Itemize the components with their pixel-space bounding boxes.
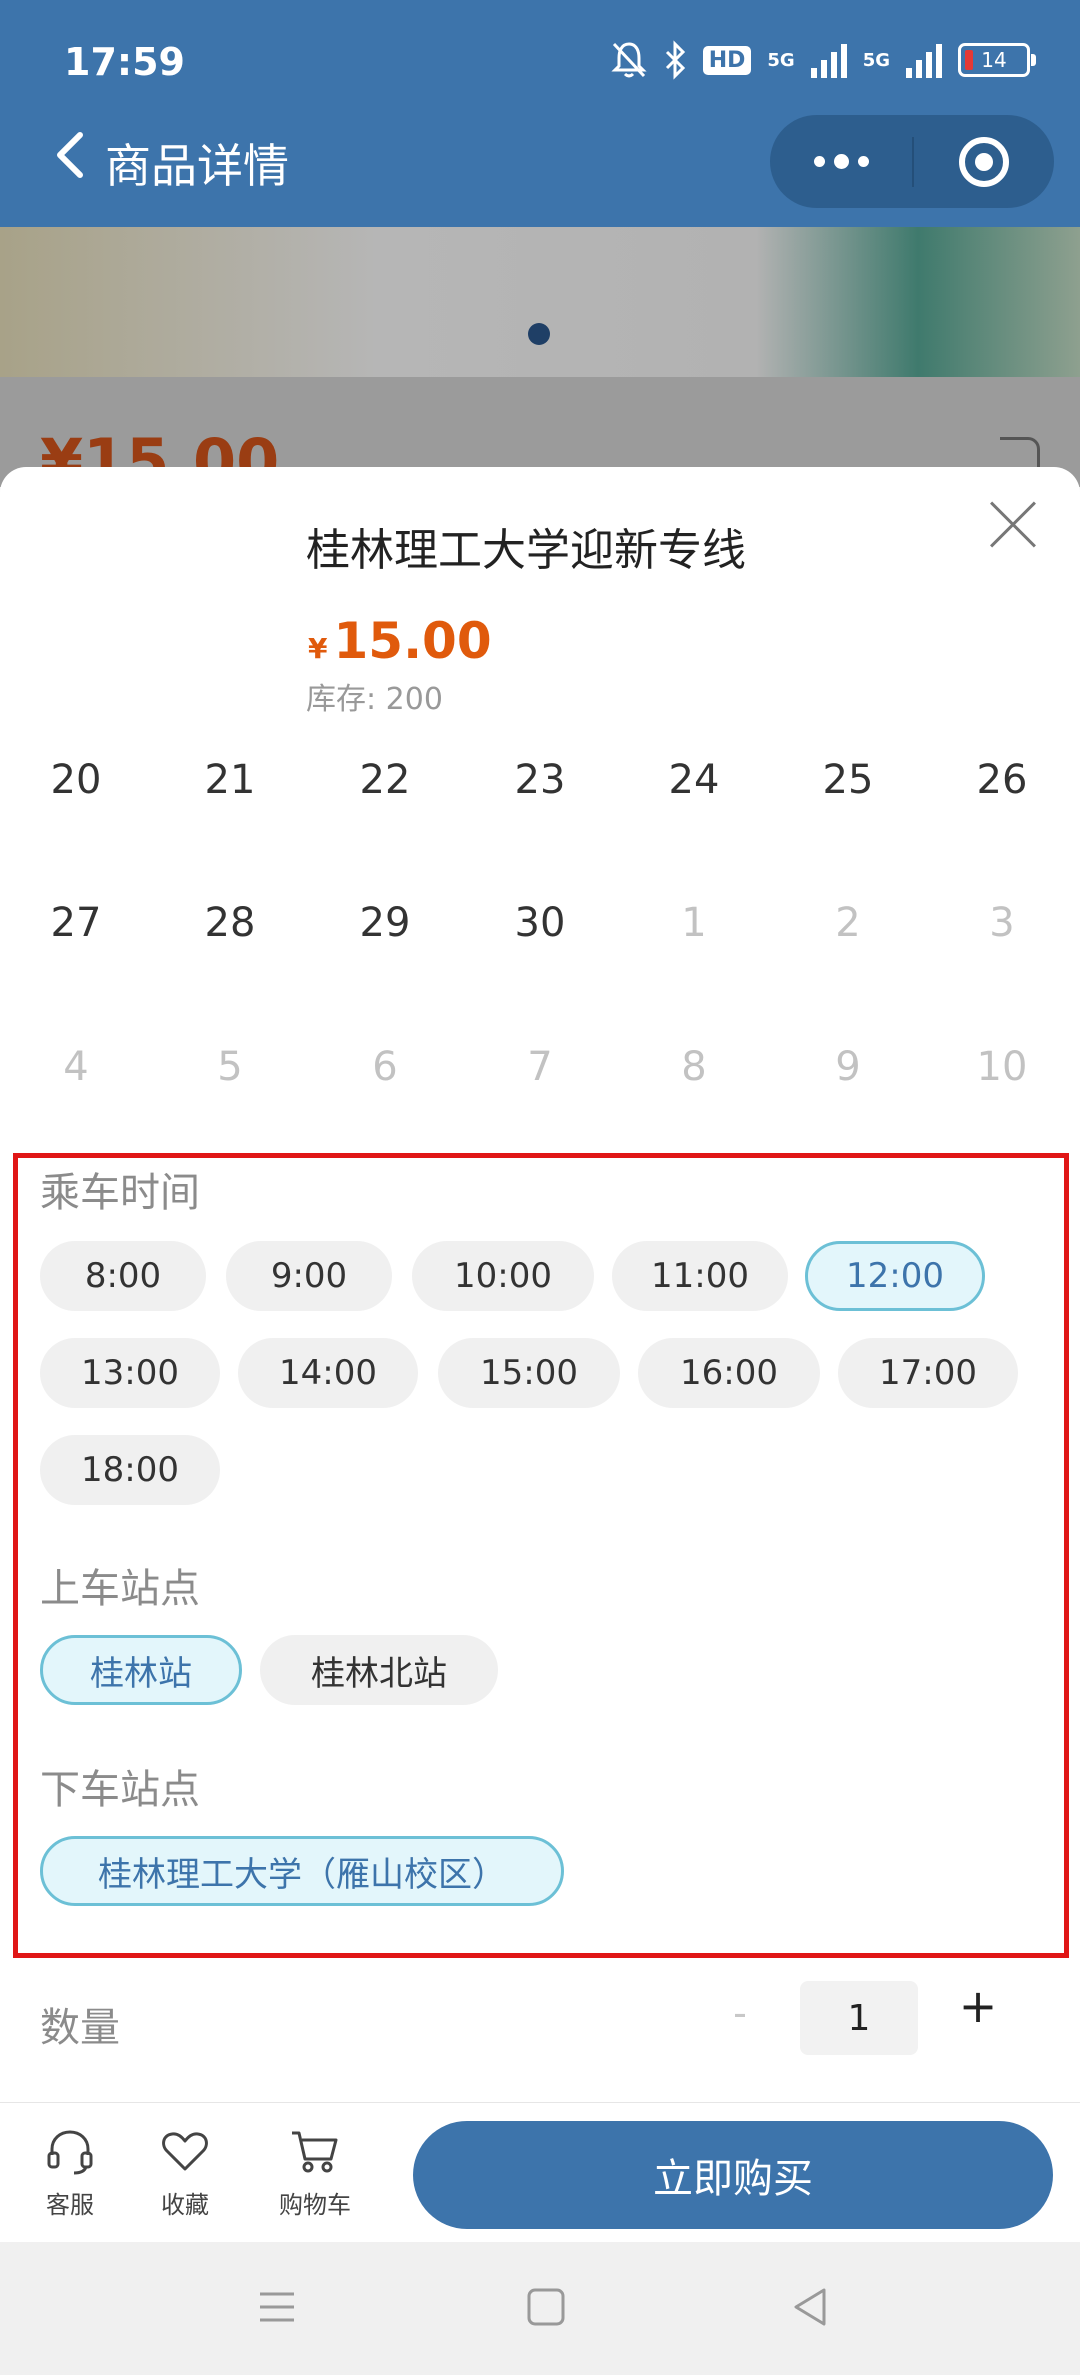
bottom-action-bar: 客服 收藏 购物车 立即购买	[0, 2102, 1080, 2242]
mini-program-close-button[interactable]	[913, 115, 1054, 208]
heart-icon	[162, 2132, 208, 2171]
price-value: 15.00	[333, 612, 492, 670]
mute-bell-icon	[611, 42, 647, 78]
top-bar: 17:59 HD 5G 5G 14 商品详情	[0, 0, 1080, 227]
calendar-day[interactable]: 27	[16, 900, 136, 946]
signal-bars-2-icon	[906, 42, 942, 78]
hd-badge: HD	[702, 45, 752, 75]
calendar-week-1: 20 21 22 23 24 25 26	[0, 757, 1080, 817]
battery-level: 14	[981, 48, 1007, 72]
stock-count: 库存: 200	[306, 682, 443, 717]
signal-bars-1-icon	[810, 42, 847, 78]
system-navigation-bar	[0, 2242, 1080, 2375]
currency-symbol: ¥	[308, 632, 328, 665]
calendar-week-2: 27 28 29 30 1 2 3	[0, 900, 1080, 960]
status-time: 17:59	[64, 40, 185, 84]
calendar-day-disabled: 10	[976, 1044, 1028, 1090]
back-arrow-icon[interactable]	[50, 125, 90, 185]
favorite-button[interactable]: 收藏	[135, 2125, 235, 2220]
calendar-day-disabled: 4	[63, 1044, 89, 1090]
favorite-label: 收藏	[161, 2191, 209, 2219]
battery-icon: 14	[958, 43, 1036, 77]
calendar-day[interactable]: 23	[480, 757, 600, 803]
calendar-day-disabled: 8	[681, 1044, 707, 1090]
calendar-day[interactable]: 26	[942, 757, 1062, 803]
more-dots-icon[interactable]	[770, 115, 912, 208]
customer-service-label: 客服	[46, 2191, 94, 2219]
cart-label: 购物车	[279, 2191, 351, 2219]
product-title: 桂林理工大学迎新专线	[306, 525, 746, 576]
back-triangle-icon[interactable]	[786, 2282, 836, 2332]
carousel-indicator	[528, 323, 550, 345]
calendar-day-disabled: 1	[681, 900, 707, 946]
home-square-icon[interactable]	[521, 2282, 571, 2332]
quantity-label: 数量	[40, 2005, 120, 2051]
network-label-1: 5G	[767, 49, 795, 71]
calendar-day-disabled: 7	[527, 1044, 553, 1090]
customer-service-button[interactable]: 客服	[20, 2125, 120, 2220]
bluetooth-icon	[665, 40, 685, 80]
calendar-day-disabled: 9	[835, 1044, 861, 1090]
quantity-decrement-button[interactable]: -	[725, 1991, 755, 2035]
menu-icon[interactable]	[252, 2282, 302, 2332]
spec-selection-sheet: 桂林理工大学迎新专线 ¥15.00 库存: 200 20 21 22 23 24…	[0, 467, 1080, 2102]
calendar-day[interactable]: 20	[16, 757, 136, 803]
network-label-2: 5G	[862, 49, 890, 71]
calendar-day-disabled: 2	[835, 900, 861, 946]
product-price: ¥15.00	[308, 612, 492, 670]
status-icons: HD 5G 5G 14	[611, 38, 1036, 82]
quantity-increment-button[interactable]: +	[958, 1979, 998, 2033]
product-banner-image	[0, 227, 1080, 377]
mini-program-capsule	[770, 115, 1054, 208]
headset-icon	[47, 2130, 93, 2175]
calendar-week-3: 4 5 6 7 8 9 10	[0, 1044, 1080, 1104]
cart-button[interactable]: 购物车	[265, 2125, 365, 2220]
status-bar: 17:59 HD 5G 5G 14	[0, 0, 1080, 120]
calendar-day[interactable]: 28	[170, 900, 290, 946]
calendar-day-disabled: 3	[989, 900, 1015, 946]
calendar-day-disabled: 5	[217, 1044, 243, 1090]
target-circle-icon	[958, 136, 1009, 187]
shopping-cart-icon	[292, 2131, 338, 2173]
close-icon[interactable]	[988, 499, 1038, 549]
calendar-day-disabled: 6	[372, 1044, 398, 1090]
page-title: 商品详情	[105, 139, 289, 193]
calendar-day[interactable]: 30	[480, 900, 600, 946]
calendar-day[interactable]: 24	[634, 757, 754, 803]
calendar-day[interactable]: 25	[788, 757, 908, 803]
calendar-day[interactable]: 22	[325, 757, 445, 803]
highlight-annotation-box	[13, 1153, 1069, 1958]
calendar-day[interactable]: 21	[170, 757, 290, 803]
quantity-input[interactable]: 1	[800, 1981, 918, 2055]
calendar-day[interactable]: 29	[325, 900, 445, 946]
buy-now-button[interactable]: 立即购买	[413, 2121, 1053, 2229]
